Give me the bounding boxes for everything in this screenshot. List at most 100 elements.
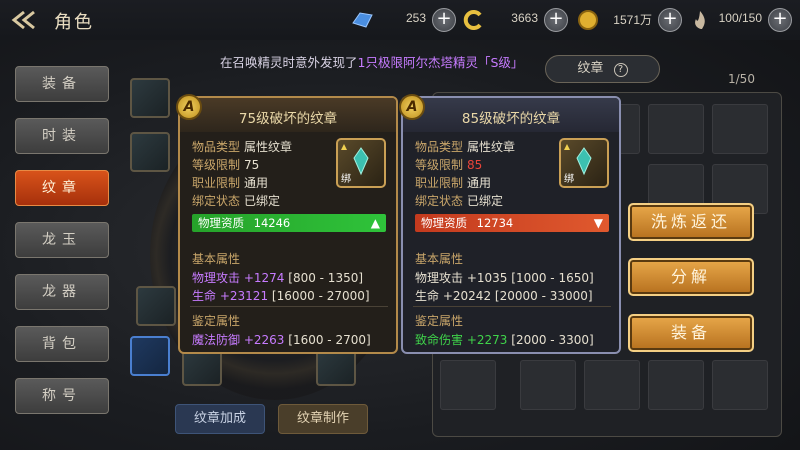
back-arrow-icon [11,10,35,30]
decompose-button[interactable]: 分解 [628,258,754,296]
resource-swirl: 3663 + [462,8,568,32]
attr-range: [20000 - 33000] [494,289,593,303]
attr-bonus: +1274 [243,271,285,285]
class-limit-value: 通用 [244,176,269,190]
emblem-inventory-tab[interactable]: 纹章 ? [545,55,660,83]
attr-bonus: +2273 [466,333,508,347]
tab-dragon-jade[interactable]: 龙玉 [15,222,109,258]
attr-bonus: +23121 [219,289,269,303]
bind-status-label: 绑定状态 [415,194,464,208]
resource-gold: 1571万 + [576,8,682,32]
tab-title[interactable]: 称号 [15,378,109,414]
tooltip-title: 75级破坏的纹章 [238,111,338,127]
basic-attr-title: 基本属性 [415,252,464,266]
gold-value: 1571万 [613,13,652,27]
notice-text: 在召唤精灵时意外发现了 [220,55,358,70]
bind-status-label: 绑定状态 [192,194,241,208]
quality-value: 12734 [476,216,514,230]
inventory-count: 1/50 [728,72,755,86]
basic-attr-row: 物理攻击 +1035 [1000 - 1650] [415,269,594,286]
tooltip-title: 85级破坏的纹章 [461,111,561,127]
appraise-attr-row: 魔法防御 +2263 [1600 - 2700] [192,331,371,348]
inventory-cell[interactable] [584,360,640,410]
inventory-cell[interactable] [648,360,704,410]
inventory-cell[interactable] [520,360,576,410]
level-limit-value: 75 [244,158,260,172]
class-limit-label: 职业限制 [192,176,241,190]
add-gold-button[interactable]: + [658,8,682,32]
level-limit-label: 等级限制 [415,158,464,172]
notice-highlight: 1只极限阿尔杰塔精灵「S级」 [357,55,524,70]
arrow-down-icon: ▼ [593,216,603,230]
level-limit-value: 85 [467,158,483,172]
emblem-item-icon: 绑 [559,138,609,188]
item-type-label: 物品类型 [415,140,464,154]
emblem-slot-1[interactable] [130,78,170,118]
attr-name: 致命伤害 [415,333,464,347]
divider [413,306,611,307]
add-swirl-button[interactable]: + [544,8,568,32]
tab-equipment[interactable]: 装备 [15,66,109,102]
emblem-bonus-button[interactable]: 纹章加成 [175,404,265,434]
gold-swirl-icon [463,10,482,30]
bound-label: 绑 [341,174,351,185]
quality-label: 物理资质 [421,216,467,230]
tab-bag[interactable]: 背包 [15,326,109,362]
tab-emblem[interactable]: 纹章 [15,170,109,206]
attr-name: 魔法防御 [192,333,241,347]
emblem-craft-button[interactable]: 纹章制作 [278,404,368,434]
emblem-item-icon: 绑 [336,138,386,188]
flame-stamina-icon [695,11,705,29]
appraise-attr-title: 鉴定属性 [192,314,241,328]
basic-attr-row: 生命 +23121 [16000 - 27000] [192,287,370,304]
bind-status-value: 已绑定 [467,194,504,208]
quality-bar: 物理资质 14246 ▲ [192,214,386,232]
attr-name: 物理攻击 [415,271,464,285]
quality-value: 14246 [253,216,291,230]
appraise-attr-row: 致命伤害 +2273 [2000 - 3300] [415,331,594,348]
level-limit-label: 等级限制 [192,158,241,172]
emblem-slot-3[interactable] [136,286,176,326]
emblem-tooltip-compare: A 85级破坏的纹章 物品类型 属性纹章 等级限制 85 职业限制 通用 绑定状态 已绑… [399,94,621,354]
add-stamina-button[interactable]: + [768,8,792,32]
inventory-cell[interactable] [712,104,768,154]
class-limit-label: 职业限制 [415,176,464,190]
attr-range: [16000 - 27000] [271,289,370,303]
bind-status-value: 已绑定 [244,194,281,208]
attr-name: 生命 [192,289,217,303]
tab-dragon-vessel[interactable]: 龙器 [15,274,109,310]
crystal-value: 253 [405,11,426,25]
blue-crystal-icon [352,12,373,28]
resource-crystal: 253 + [350,8,456,32]
help-icon[interactable]: ? [613,63,628,77]
attr-bonus: +20242 [442,289,492,303]
refine-return-button[interactable]: 洗炼返还 [628,203,754,241]
emblem-slot-2[interactable] [130,132,170,172]
attr-range: [2000 - 3300] [511,333,594,347]
equip-button[interactable]: 装备 [628,314,754,352]
appraise-attr-title: 鉴定属性 [415,314,464,328]
attr-range: [1600 - 2700] [288,333,371,347]
attr-bonus: +2263 [243,333,285,347]
quality-bar: 物理资质 12734 ▼ [415,214,609,232]
inventory-cell[interactable] [712,360,768,410]
emblem-slot-selected[interactable] [130,336,170,376]
attr-name: 生命 [415,289,440,303]
class-limit-value: 通用 [467,176,492,190]
inventory-cell[interactable] [648,104,704,154]
attr-name: 物理攻击 [192,271,241,285]
bound-label: 绑 [564,174,574,185]
basic-attr-title: 基本属性 [192,252,241,266]
basic-attr-row: 物理攻击 +1274 [800 - 1350] [192,269,363,286]
system-notice: 在召唤精灵时意外发现了1只极限阿尔杰塔精灵「S级」 [220,52,523,71]
inventory-cell[interactable] [440,360,496,410]
page-title: 角色 [54,12,94,33]
back-button[interactable] [10,9,44,31]
stamina-value: 100/150 [718,11,762,25]
item-type-value: 属性纹章 [467,140,516,154]
add-crystal-button[interactable]: + [432,8,456,32]
tab-fashion[interactable]: 时装 [15,118,109,154]
attr-range: [1000 - 1650] [511,271,594,285]
resource-stamina: 100/150 + [688,8,792,32]
attr-bonus: +1035 [466,271,508,285]
